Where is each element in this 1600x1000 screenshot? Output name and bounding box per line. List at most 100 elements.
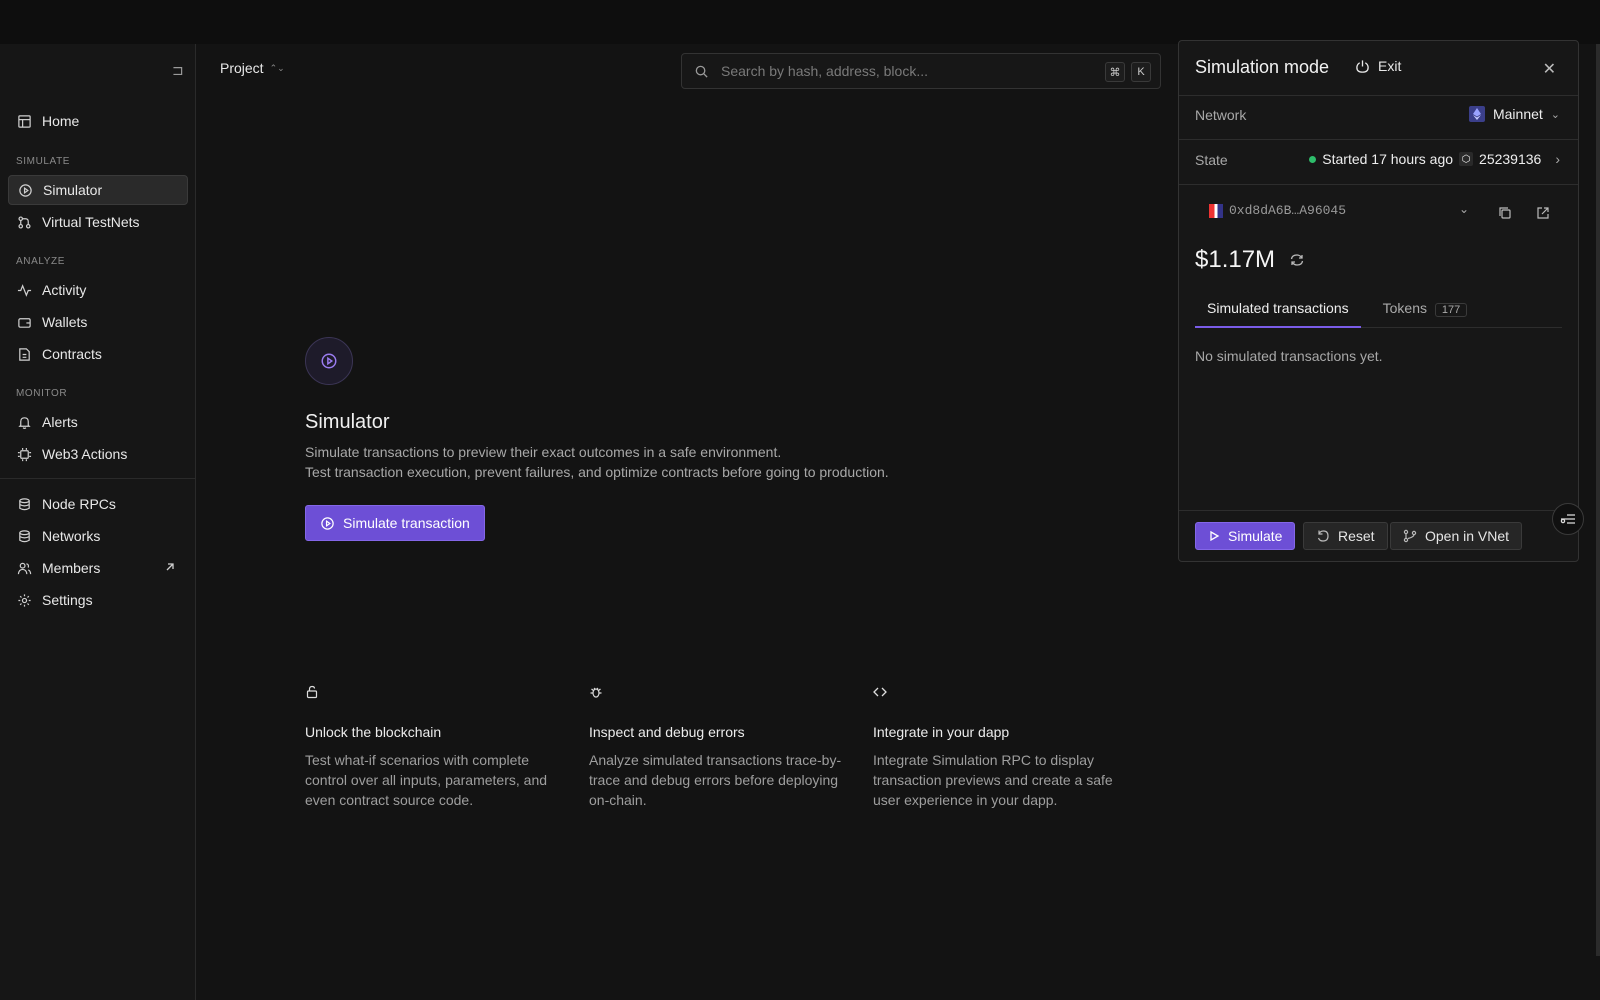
sidebar-item-contracts[interactable]: Contracts [8, 339, 188, 369]
close-icon[interactable]: ✕ [1543, 59, 1556, 79]
exit-simulation-button[interactable]: Exit [1355, 58, 1401, 74]
play-icon [1210, 530, 1220, 542]
tokens-count-badge: 177 [1434, 303, 1468, 317]
page-title: Simulator [305, 411, 390, 433]
sidebar-divider [0, 478, 196, 479]
settings-toggle-icon[interactable] [1552, 503, 1584, 535]
search-icon [695, 65, 708, 78]
sidebar-item-settings[interactable]: Settings [8, 585, 188, 615]
sidebar-item-label: Home [42, 113, 80, 129]
sidebar-item-label: Alerts [42, 414, 78, 430]
scrollbar[interactable] [1596, 44, 1600, 956]
feature-description: Test what-if scenarios with complete con… [305, 752, 548, 808]
chevron-up-down-icon: ⌃⌄ [269, 62, 285, 73]
network-value: Mainnet [1492, 106, 1543, 122]
simulation-panel: Simulation mode Exit ✕ Network Mainnet ⌄… [1178, 40, 1579, 562]
sidebar-item-web3-actions[interactable]: Web3 Actions [8, 439, 188, 469]
sidebar-item-activity[interactable]: Activity [8, 275, 188, 305]
database-icon [19, 529, 30, 542]
sidebar-item-wallets[interactable]: Wallets [8, 307, 188, 337]
refresh-icon[interactable] [1289, 252, 1305, 268]
sidebar-item-label: Virtual TestNets [42, 214, 140, 230]
balance-display: $1.17M [1195, 246, 1305, 274]
activity-icon [17, 283, 32, 297]
sidebar: ⊐ Home SIMULATE Simulator Virtual TestNe… [0, 44, 196, 1000]
play-circle-icon [19, 183, 32, 197]
sidebar-item-label: Networks [42, 528, 101, 544]
sidebar-item-simulator[interactable]: Simulator [8, 175, 188, 205]
divider [1179, 510, 1578, 511]
account-selector[interactable]: 0xd8dA6B…A96045 [1209, 203, 1346, 218]
feature-title: Unlock the blockchain [305, 724, 442, 740]
sidebar-item-alerts[interactable]: Alerts [8, 407, 188, 437]
bell-icon [18, 416, 31, 429]
collapse-sidebar-icon[interactable]: ⊐ [172, 62, 184, 78]
state-label: State [1195, 152, 1228, 168]
gear-icon [18, 593, 31, 607]
chevron-right-icon: › [1555, 151, 1560, 167]
database-icon [19, 497, 30, 510]
open-in-vnet-button[interactable]: Open in VNet [1390, 522, 1523, 550]
power-icon [1356, 59, 1369, 73]
project-selector[interactable]: Project ⌃⌄ [220, 60, 285, 76]
simulate-button[interactable]: Simulate [1195, 522, 1296, 550]
sidebar-item-label: Simulator [43, 182, 103, 198]
feature-card: Inspect and debug errors Analyze simulat… [589, 685, 854, 810]
search-input[interactable] [721, 63, 1081, 79]
wallet-icon [18, 317, 31, 328]
divider [1179, 139, 1578, 140]
reset-button[interactable]: Reset [1303, 522, 1388, 550]
network-select[interactable]: Mainnet ⌄ [1468, 106, 1560, 122]
button-label: Simulate [1228, 528, 1283, 544]
git-branch-icon [1403, 529, 1417, 543]
sidebar-item-label: Settings [42, 592, 93, 608]
table-icon [18, 114, 31, 128]
block-number: 25239136 [1479, 151, 1542, 167]
section-label-monitor: MONITOR [16, 388, 68, 399]
feature-card: Unlock the blockchain Test what-if scena… [305, 685, 570, 810]
external-link-icon [166, 563, 174, 571]
tab-label: Tokens [1382, 300, 1427, 316]
button-label: Reset [1338, 528, 1375, 544]
description-line: Simulate transactions to preview their e… [305, 444, 782, 460]
simulate-transaction-button[interactable]: Simulate transaction [305, 505, 485, 541]
sidebar-item-networks[interactable]: Networks [8, 521, 188, 551]
sidebar-item-label: Wallets [42, 314, 88, 330]
sidebar-item-members[interactable]: Members [8, 553, 188, 583]
description-line: Test transaction execution, prevent fail… [305, 464, 889, 480]
sidebar-item-node-rpcs[interactable]: Node RPCs [8, 489, 188, 519]
balance-value: $1.17M [1195, 246, 1276, 273]
divider [1179, 95, 1578, 96]
feature-title: Integrate in your dapp [873, 724, 1010, 740]
chevron-down-icon[interactable]: ⌄ [1459, 202, 1469, 216]
exit-label: Exit [1378, 58, 1402, 74]
lock-open-icon [306, 685, 318, 699]
code-icon [873, 687, 887, 697]
button-label: Open in VNet [1425, 528, 1510, 544]
tab-simulated-transactions[interactable]: Simulated transactions [1195, 300, 1361, 328]
file-icon [19, 347, 30, 361]
sidebar-item-home[interactable]: Home [8, 106, 188, 136]
cpu-icon [17, 447, 32, 461]
network-label: Network [1195, 107, 1247, 123]
simulator-hero-icon [305, 337, 353, 385]
external-link-icon[interactable] [1536, 206, 1550, 220]
block-icon: ⬡ [1459, 152, 1474, 166]
copy-icon[interactable] [1498, 206, 1512, 220]
empty-state-text: No simulated transactions yet. [1195, 348, 1383, 364]
project-name: Project [220, 60, 264, 76]
search-bar[interactable]: ⌘ K [681, 53, 1161, 89]
reset-icon [1317, 530, 1329, 542]
address-avatar [1209, 203, 1223, 218]
sidebar-item-virtual-testnets[interactable]: Virtual TestNets [8, 207, 188, 237]
feature-title: Inspect and debug errors [589, 724, 745, 740]
top-bar [0, 0, 1600, 44]
state-selector[interactable]: Started 17 hours ago ⬡ 25239136 › [1309, 151, 1560, 167]
sidebar-item-label: Contracts [42, 346, 102, 362]
feature-card: Integrate in your dapp Integrate Simulat… [873, 685, 1138, 810]
git-branch-icon [18, 215, 31, 229]
status-dot [1309, 155, 1317, 163]
ethereum-icon [1468, 106, 1485, 122]
tab-tokens[interactable]: Tokens 177 [1371, 300, 1480, 328]
section-label-simulate: SIMULATE [16, 156, 71, 167]
